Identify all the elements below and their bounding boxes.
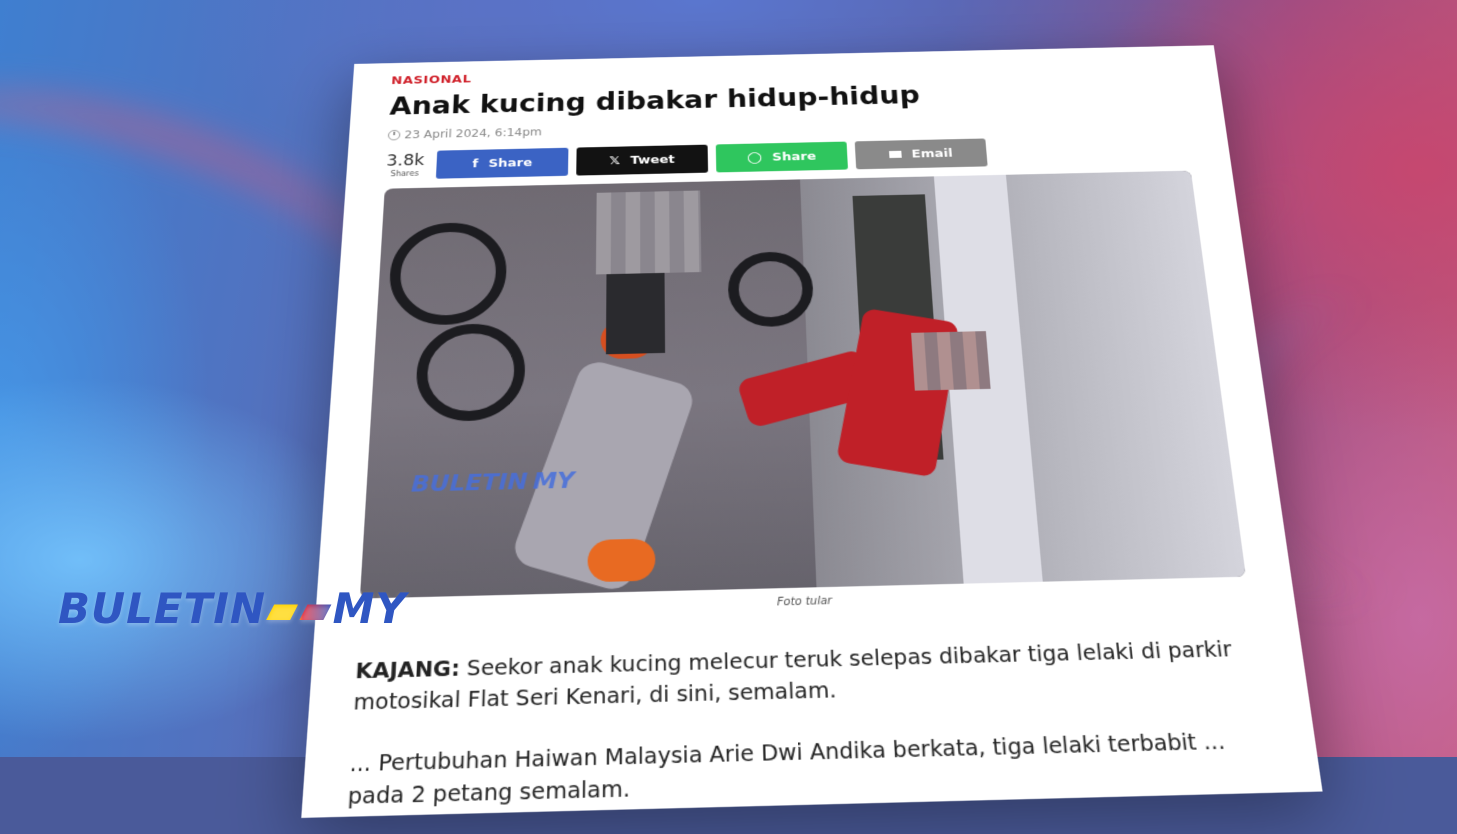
- broadcaster-logo: BULETIN▰▰MY: [58, 584, 407, 633]
- logo-right: MY: [332, 584, 407, 633]
- mail-icon: [888, 150, 902, 159]
- paragraph-2: ... Pertubuhan Haiwan Malaysia Arie Dwi …: [347, 729, 1227, 810]
- photo-fender: [587, 538, 656, 583]
- share-count-number: 3.8k: [385, 151, 425, 170]
- paragraph-1: KAJANG: Seekor anak kucing melecur teruk…: [353, 634, 1263, 719]
- tweet-button[interactable]: 𝕏 Tweet: [576, 144, 708, 176]
- date-text: 23 April 2024, 6:14pm: [404, 125, 543, 141]
- pixelated-face: [911, 331, 991, 391]
- share-count-label: Shares: [390, 168, 419, 178]
- article-stage: NASIONAL Anak kucing dibakar hidup-hidup…: [0, 0, 1457, 818]
- article-card: NASIONAL Anak kucing dibakar hidup-hidup…: [301, 45, 1323, 818]
- whatsapp-icon: ◯: [746, 150, 763, 165]
- facebook-share-button[interactable]: f Share: [435, 147, 569, 179]
- photo-person-legs: [605, 268, 666, 355]
- logo-flag-mark: ▰▰: [266, 584, 333, 633]
- whatsapp-share-label: Share: [772, 149, 817, 164]
- paragraph-1-text: Seekor anak kucing melecur teruk selepas…: [352, 637, 1234, 716]
- dateline: KAJANG:: [354, 656, 461, 684]
- cctv-photo: BULETIN MY: [359, 170, 1246, 599]
- facebook-share-label: Share: [488, 155, 533, 171]
- whatsapp-share-button[interactable]: ◯ Share: [715, 141, 848, 173]
- logo-left: BULETIN: [58, 584, 266, 633]
- share-count: 3.8k Shares: [385, 151, 425, 178]
- photo-wheel: [414, 322, 527, 423]
- x-icon: 𝕏: [609, 153, 621, 168]
- facebook-icon: f: [472, 157, 479, 171]
- email-label: Email: [911, 146, 954, 161]
- photo-wheel: [727, 251, 815, 328]
- article-body: KAJANG: Seekor anak kucing melecur teruk…: [347, 634, 1275, 814]
- tweet-label: Tweet: [630, 152, 675, 167]
- pixelated-face: [595, 190, 702, 275]
- photo-watermark: BULETIN MY: [410, 468, 575, 498]
- photo-wheel: [387, 221, 508, 327]
- email-button[interactable]: Email: [854, 138, 988, 170]
- clock-icon: [387, 129, 401, 141]
